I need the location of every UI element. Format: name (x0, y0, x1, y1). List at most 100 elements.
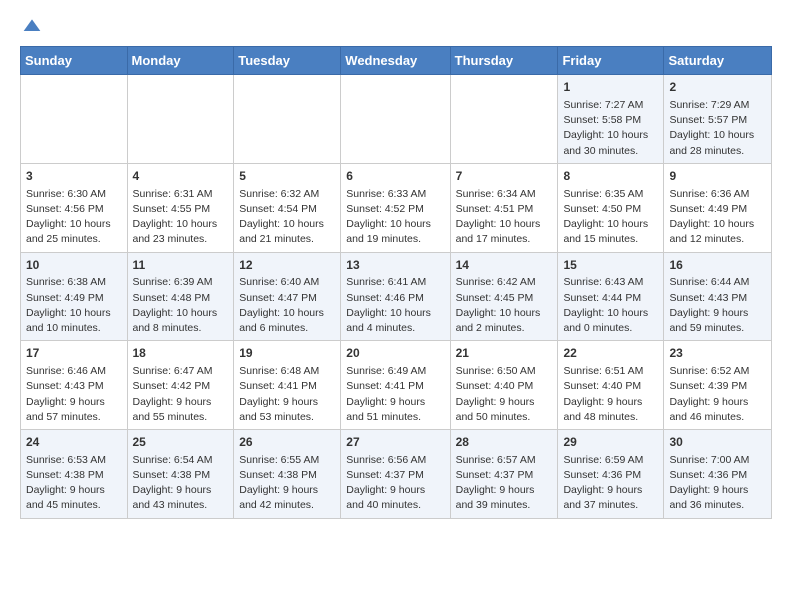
calendar-cell: 10Sunrise: 6:38 AM Sunset: 4:49 PM Dayli… (21, 252, 128, 341)
weekday-header-wednesday: Wednesday (341, 47, 450, 75)
day-number: 25 (133, 434, 229, 451)
calendar-cell: 4 Sunrise: 6:31 AM Sunset: 4:55 PM Daylig… (127, 163, 234, 252)
day-number: 19 (239, 345, 335, 362)
day-info: Sunrise: 6:49 AM Sunset: 4:41 PM Dayligh… (346, 364, 444, 425)
day-info: Sunrise: 6:54 AM Sunset: 4:38 PM Dayligh… (133, 453, 229, 514)
calendar-cell: 26 Sunrise: 6:55 AM Sunset: 4:38 PM Dayli… (234, 429, 341, 518)
day-number: 28 (456, 434, 553, 451)
calendar-cell: 7 Sunrise: 6:34 AM Sunset: 4:51 PM Daylig… (450, 163, 558, 252)
day-info: Sunrise: 6:57 AM Sunset: 4:37 PM Dayligh… (456, 453, 553, 514)
day-info: Sunrise: 6:47 AM Sunset: 4:42 PM Dayligh… (133, 364, 229, 425)
day-number: 20 (346, 345, 444, 362)
calendar-cell: 16Sunrise: 6:44 AM Sunset: 4:43 PM Dayli… (664, 252, 772, 341)
calendar-cell: 30 Sunrise: 7:00 AM Sunset: 4:36 PM Dayli… (664, 429, 772, 518)
calendar-cell: 8 Sunrise: 6:35 AM Sunset: 4:50 PM Daylig… (558, 163, 664, 252)
calendar-table: SundayMondayTuesdayWednesdayThursdayFrid… (20, 46, 772, 518)
calendar-cell (450, 75, 558, 164)
calendar-cell (234, 75, 341, 164)
calendar-body: 1 Sunrise: 7:27 AM Sunset: 5:58 PM Daylig… (21, 75, 772, 518)
day-info: Sunrise: 6:35 AM Sunset: 4:50 PM Dayligh… (563, 187, 658, 248)
day-number: 6 (346, 168, 444, 185)
calendar-cell: 1 Sunrise: 7:27 AM Sunset: 5:58 PM Daylig… (558, 75, 664, 164)
day-info: Sunrise: 6:44 AM Sunset: 4:43 PM Dayligh… (669, 275, 766, 336)
day-number: 3 (26, 168, 122, 185)
weekday-header-thursday: Thursday (450, 47, 558, 75)
calendar-cell: 11Sunrise: 6:39 AM Sunset: 4:48 PM Dayli… (127, 252, 234, 341)
calendar-cell: 3 Sunrise: 6:30 AM Sunset: 4:56 PM Daylig… (21, 163, 128, 252)
day-number: 27 (346, 434, 444, 451)
calendar-cell (341, 75, 450, 164)
calendar-cell: 18 Sunrise: 6:47 AM Sunset: 4:42 PM Dayli… (127, 341, 234, 430)
day-info: Sunrise: 7:29 AM Sunset: 5:57 PM Dayligh… (669, 98, 766, 159)
day-info: Sunrise: 6:46 AM Sunset: 4:43 PM Dayligh… (26, 364, 122, 425)
calendar-cell: 22Sunrise: 6:51 AM Sunset: 4:40 PM Dayli… (558, 341, 664, 430)
logo-text (20, 16, 42, 36)
weekday-header-monday: Monday (127, 47, 234, 75)
calendar-cell: 9Sunrise: 6:36 AM Sunset: 4:49 PM Daylig… (664, 163, 772, 252)
day-info: Sunrise: 6:31 AM Sunset: 4:55 PM Dayligh… (133, 187, 229, 248)
weekday-header-row: SundayMondayTuesdayWednesdayThursdayFrid… (21, 47, 772, 75)
day-info: Sunrise: 6:56 AM Sunset: 4:37 PM Dayligh… (346, 453, 444, 514)
day-info: Sunrise: 6:30 AM Sunset: 4:56 PM Dayligh… (26, 187, 122, 248)
day-info: Sunrise: 6:48 AM Sunset: 4:41 PM Dayligh… (239, 364, 335, 425)
day-number: 10 (26, 257, 122, 274)
day-number: 14 (456, 257, 553, 274)
weekday-header-friday: Friday (558, 47, 664, 75)
day-number: 30 (669, 434, 766, 451)
day-info: Sunrise: 6:33 AM Sunset: 4:52 PM Dayligh… (346, 187, 444, 248)
day-info: Sunrise: 6:34 AM Sunset: 4:51 PM Dayligh… (456, 187, 553, 248)
calendar-week-1: 1 Sunrise: 7:27 AM Sunset: 5:58 PM Daylig… (21, 75, 772, 164)
day-number: 7 (456, 168, 553, 185)
day-number: 21 (456, 345, 553, 362)
day-info: Sunrise: 7:00 AM Sunset: 4:36 PM Dayligh… (669, 453, 766, 514)
day-number: 8 (563, 168, 658, 185)
day-number: 23 (669, 345, 766, 362)
calendar-cell: 5Sunrise: 6:32 AM Sunset: 4:54 PM Daylig… (234, 163, 341, 252)
calendar-cell: 6 Sunrise: 6:33 AM Sunset: 4:52 PM Daylig… (341, 163, 450, 252)
day-number: 16 (669, 257, 766, 274)
calendar-cell: 15Sunrise: 6:43 AM Sunset: 4:44 PM Dayli… (558, 252, 664, 341)
day-info: Sunrise: 6:52 AM Sunset: 4:39 PM Dayligh… (669, 364, 766, 425)
day-number: 29 (563, 434, 658, 451)
day-info: Sunrise: 6:55 AM Sunset: 4:38 PM Dayligh… (239, 453, 335, 514)
calendar-week-5: 24 Sunrise: 6:53 AM Sunset: 4:38 PM Dayli… (21, 429, 772, 518)
day-number: 4 (133, 168, 229, 185)
calendar-cell: 2Sunrise: 7:29 AM Sunset: 5:57 PM Daylig… (664, 75, 772, 164)
day-info: Sunrise: 7:27 AM Sunset: 5:58 PM Dayligh… (563, 98, 658, 159)
page-header (20, 16, 772, 36)
calendar-cell (127, 75, 234, 164)
calendar-cell: 28 Sunrise: 6:57 AM Sunset: 4:37 PM Dayli… (450, 429, 558, 518)
day-number: 17 (26, 345, 122, 362)
day-number: 18 (133, 345, 229, 362)
day-number: 26 (239, 434, 335, 451)
day-info: Sunrise: 6:39 AM Sunset: 4:48 PM Dayligh… (133, 275, 229, 336)
day-info: Sunrise: 6:50 AM Sunset: 4:40 PM Dayligh… (456, 364, 553, 425)
day-info: Sunrise: 6:41 AM Sunset: 4:46 PM Dayligh… (346, 275, 444, 336)
calendar-cell: 12Sunrise: 6:40 AM Sunset: 4:47 PM Dayli… (234, 252, 341, 341)
day-info: Sunrise: 6:43 AM Sunset: 4:44 PM Dayligh… (563, 275, 658, 336)
day-number: 9 (669, 168, 766, 185)
day-number: 13 (346, 257, 444, 274)
calendar-cell: 23 Sunrise: 6:52 AM Sunset: 4:39 PM Dayli… (664, 341, 772, 430)
day-info: Sunrise: 6:42 AM Sunset: 4:45 PM Dayligh… (456, 275, 553, 336)
day-number: 1 (563, 79, 658, 96)
weekday-header-saturday: Saturday (664, 47, 772, 75)
weekday-header-tuesday: Tuesday (234, 47, 341, 75)
calendar-cell: 17 Sunrise: 6:46 AM Sunset: 4:43 PM Dayli… (21, 341, 128, 430)
day-info: Sunrise: 6:59 AM Sunset: 4:36 PM Dayligh… (563, 453, 658, 514)
day-number: 12 (239, 257, 335, 274)
day-number: 15 (563, 257, 658, 274)
calendar-week-2: 3 Sunrise: 6:30 AM Sunset: 4:56 PM Daylig… (21, 163, 772, 252)
calendar-cell: 21 Sunrise: 6:50 AM Sunset: 4:40 PM Dayli… (450, 341, 558, 430)
calendar-cell: 14Sunrise: 6:42 AM Sunset: 4:45 PM Dayli… (450, 252, 558, 341)
day-info: Sunrise: 6:40 AM Sunset: 4:47 PM Dayligh… (239, 275, 335, 336)
day-info: Sunrise: 6:53 AM Sunset: 4:38 PM Dayligh… (26, 453, 122, 514)
calendar-cell (21, 75, 128, 164)
day-number: 11 (133, 257, 229, 274)
day-number: 5 (239, 168, 335, 185)
calendar-cell: 19 Sunrise: 6:48 AM Sunset: 4:41 PM Dayli… (234, 341, 341, 430)
day-number: 24 (26, 434, 122, 451)
calendar-cell: 27 Sunrise: 6:56 AM Sunset: 4:37 PM Dayli… (341, 429, 450, 518)
calendar-header: SundayMondayTuesdayWednesdayThursdayFrid… (21, 47, 772, 75)
calendar-cell: 29 Sunrise: 6:59 AM Sunset: 4:36 PM Dayli… (558, 429, 664, 518)
